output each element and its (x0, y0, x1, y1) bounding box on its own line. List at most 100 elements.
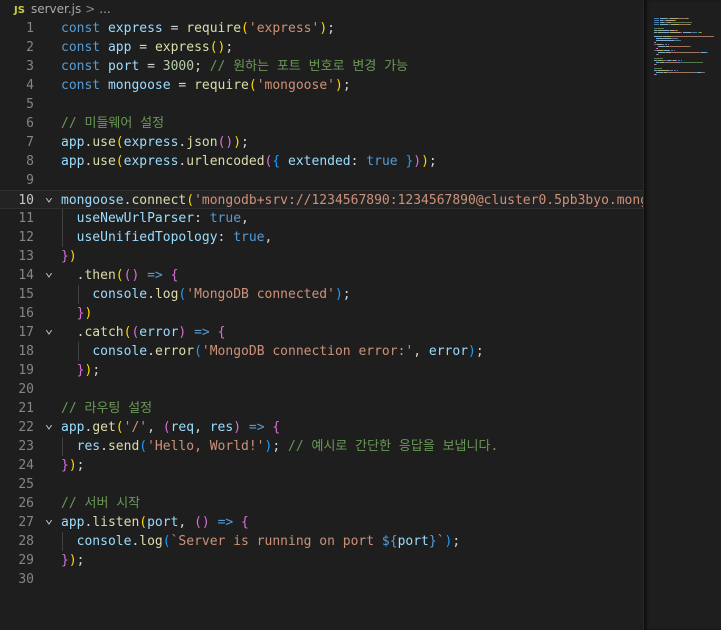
code-text[interactable]: mongoose.connect('mongodb+srv://12345678… (61, 191, 643, 210)
code-line[interactable]: 28 console.log(`Server is running on por… (0, 532, 643, 551)
code-text[interactable]: // 라우팅 설정 (61, 399, 152, 418)
code-line[interactable]: 1 const express = require('express'); (0, 19, 643, 38)
code-text[interactable]: console.log(`Server is running on port $… (61, 532, 461, 551)
line-number[interactable]: 15 (0, 285, 34, 304)
line-number[interactable]: 6 (0, 114, 34, 133)
code-line[interactable]: 18 console.error('MongoDB connection err… (0, 342, 643, 361)
line-number[interactable]: 10 (0, 191, 34, 210)
line-number[interactable]: 29 (0, 551, 34, 570)
line-number[interactable]: 14 (0, 266, 34, 285)
code-line[interactable]: 23 res.send('Hello, World!'); // 예시로 간단한… (0, 437, 643, 456)
line-number[interactable]: 4 (0, 76, 34, 95)
code-line[interactable]: 11 useNewUrlParser: true, (0, 209, 643, 228)
code-line[interactable]: 6 // 미들웨어 설정 (0, 114, 643, 133)
code-token: 'mongodb+srv://1234567890:1234567890@clu… (194, 193, 643, 208)
code-line[interactable]: 14 ⌄ .then(() => { (0, 265, 643, 285)
line-number[interactable]: 25 (0, 475, 34, 494)
code-text[interactable]: }); (61, 361, 100, 380)
code-editor[interactable]: 1 const express = require('express'); 2 con… (0, 19, 643, 630)
code-line[interactable]: 7 app.use(express.json()); (0, 133, 643, 152)
code-line[interactable]: 13}) (0, 247, 643, 266)
code-text[interactable]: app.use(express.json()); (61, 133, 249, 152)
line-number[interactable]: 24 (0, 456, 34, 475)
code-text[interactable]: useNewUrlParser: true, (61, 209, 249, 228)
code-text[interactable]: console.log('MongoDB connected'); (61, 285, 350, 304)
code-line[interactable]: 20 (0, 380, 643, 399)
line-number[interactable]: 17 (0, 323, 34, 342)
code-line[interactable]: 24}); (0, 456, 643, 475)
code-line[interactable]: 30 (0, 570, 643, 589)
line-number[interactable]: 27 (0, 513, 34, 532)
fold-chevron-icon[interactable]: ⌄ (42, 417, 56, 431)
fold-chevron-icon[interactable]: ⌄ (42, 322, 56, 336)
code-line[interactable]: 10 ⌄ mongoose.connect('mongodb+srv://12345… (0, 190, 643, 209)
line-number[interactable]: 9 (0, 171, 34, 190)
code-line[interactable]: 4 const mongoose = require('mongoose'); (0, 76, 643, 95)
line-number[interactable]: 23 (0, 437, 34, 456)
code-text[interactable]: }) (61, 247, 77, 266)
line-number[interactable]: 16 (0, 304, 34, 323)
code-line[interactable]: 12 useUnifiedTopology: true, (0, 228, 643, 247)
code-line[interactable]: 22 ⌄ app.get('/', (req, res) => { (0, 417, 643, 437)
line-number[interactable]: 21 (0, 399, 34, 418)
line-number[interactable]: 11 (0, 209, 34, 228)
line-number[interactable]: 3 (0, 57, 34, 76)
breadcrumb-symbol[interactable]: ... (99, 2, 110, 16)
code-line[interactable]: 29}); (0, 551, 643, 570)
code-text[interactable]: app.use(express.urlencoded({ extended: t… (61, 152, 437, 171)
line-number[interactable]: 28 (0, 532, 34, 551)
line-number[interactable]: 18 (0, 342, 34, 361)
line-number[interactable]: 2 (0, 38, 34, 57)
code-text[interactable]: .then(() => { (61, 266, 179, 285)
code-line[interactable]: 3 const port = 3000; // 원하는 포트 번호로 변경 가능 (0, 57, 643, 76)
minimap-token (658, 46, 665, 47)
code-line[interactable]: 27 ⌄ app.listen(port, () => { (0, 512, 643, 532)
line-number[interactable]: 22 (0, 418, 34, 437)
fold-chevron-icon[interactable]: ⌄ (42, 265, 56, 279)
line-number[interactable]: 1 (0, 19, 34, 38)
code-token: ( (248, 78, 257, 93)
code-line[interactable]: 17 ⌄ .catch((error) => { (0, 322, 643, 342)
code-line[interactable]: 8 app.use(express.urlencoded({ extended: … (0, 152, 643, 171)
code-line[interactable]: 16 }) (0, 304, 643, 323)
code-text[interactable]: const express = require('express'); (61, 19, 335, 38)
code-line[interactable]: 19 }); (0, 361, 643, 380)
fold-chevron-icon[interactable]: ⌄ (42, 512, 56, 526)
line-number[interactable]: 19 (0, 361, 34, 380)
line-number[interactable]: 12 (0, 228, 34, 247)
code-text[interactable]: const mongoose = require('mongoose'); (61, 76, 351, 95)
minimap-token (680, 40, 681, 41)
minimap-token (654, 36, 662, 37)
code-line[interactable]: 26 // 서버 시작 (0, 494, 643, 513)
line-number[interactable]: 30 (0, 570, 34, 589)
code-text[interactable]: app.listen(port, () => { (61, 513, 249, 532)
code-text[interactable]: }) (61, 304, 93, 323)
code-line[interactable]: 21 // 라우팅 설정 (0, 399, 643, 418)
code-line[interactable]: 9 (0, 171, 643, 190)
line-number[interactable]: 20 (0, 380, 34, 399)
line-number[interactable]: 5 (0, 95, 34, 114)
minimap[interactable] (643, 0, 721, 630)
line-number[interactable]: 7 (0, 133, 34, 152)
code-text[interactable]: app.get('/', (req, res) => { (61, 418, 280, 437)
code-text[interactable]: .catch((error) => { (61, 323, 226, 342)
code-text[interactable]: res.send('Hello, World!'); // 예시로 간단한 응답… (61, 437, 499, 456)
line-number[interactable]: 8 (0, 152, 34, 171)
line-number[interactable]: 13 (0, 247, 34, 266)
fold-chevron-icon[interactable]: ⌄ (42, 190, 56, 204)
code-text[interactable]: const port = 3000; // 원하는 포트 번호로 변경 가능 (61, 57, 408, 76)
code-text[interactable]: const app = express(); (61, 38, 233, 57)
code-line[interactable]: 5 (0, 95, 643, 114)
code-line[interactable]: 2 const app = express(); (0, 38, 643, 57)
code-line[interactable]: 15 console.log('MongoDB connected'); (0, 285, 643, 304)
code-text[interactable]: // 미들웨어 설정 (61, 114, 164, 133)
code-text[interactable]: // 서버 시작 (61, 494, 140, 513)
breadcrumb-file-name[interactable]: server.js (31, 2, 81, 16)
code-line[interactable]: 25 (0, 475, 643, 494)
code-text[interactable]: }); (61, 551, 84, 570)
code-text[interactable]: useUnifiedTopology: true, (61, 228, 273, 247)
line-number[interactable]: 26 (0, 494, 34, 513)
code-text[interactable]: console.error('MongoDB connection error:… (61, 342, 483, 361)
code-text[interactable]: }); (61, 456, 84, 475)
